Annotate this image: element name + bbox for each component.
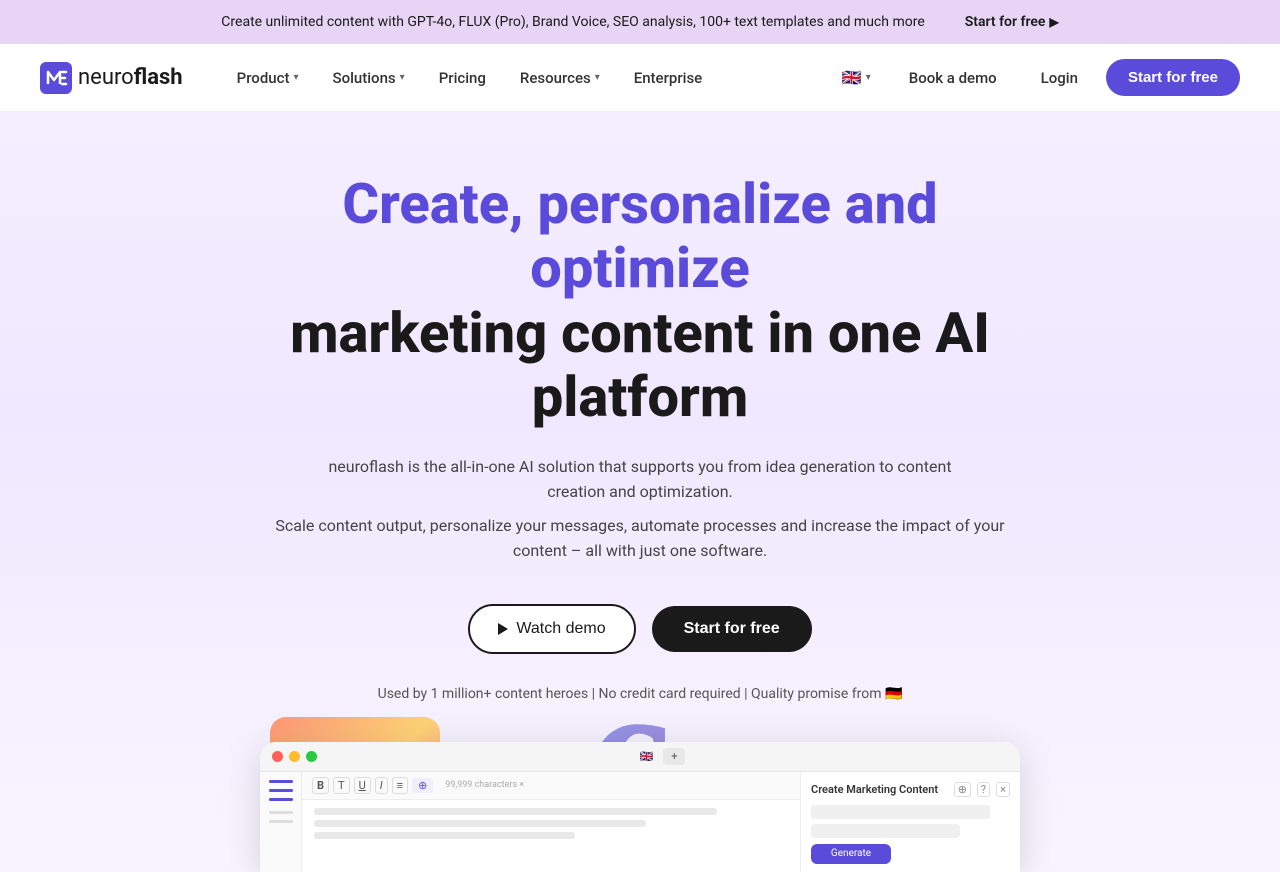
- logo-icon: [40, 62, 72, 94]
- lang-chevron-icon: ▾: [866, 72, 871, 83]
- panel-titlebar: Create Marketing Content ⊕ ? ×: [811, 782, 1010, 797]
- editor-body: [302, 800, 800, 872]
- sidebar-bar-1: [269, 780, 293, 783]
- panel-close-icon[interactable]: ×: [996, 782, 1010, 797]
- toolbar-underline[interactable]: U: [354, 777, 371, 794]
- text-line-2: [314, 820, 646, 827]
- panel-line-2: [811, 824, 960, 838]
- banner-cta[interactable]: Start for free ▶: [965, 14, 1059, 30]
- toolbar-italic[interactable]: I: [375, 777, 388, 794]
- sidebar-bar-5: [269, 820, 293, 823]
- sidebar-bar-2: [269, 789, 293, 792]
- hero-title: Create, personalize and optimize marketi…: [230, 172, 1050, 430]
- hero-section: Create, personalize and optimize marketi…: [0, 112, 1280, 872]
- panel-line-1: [811, 805, 990, 819]
- window-tabs: 🇬🇧 +: [317, 748, 1008, 765]
- panel-title: Create Marketing Content: [811, 783, 938, 796]
- panel-expand-icon[interactable]: ⊕: [954, 782, 971, 797]
- product-chevron-icon: ▾: [293, 72, 298, 83]
- logo-text: neuroflash: [78, 65, 183, 90]
- watch-demo-button[interactable]: Watch demo: [468, 604, 635, 654]
- panel-btn-label: Generate: [831, 848, 871, 859]
- navbar-start-free-button[interactable]: Start for free: [1106, 59, 1240, 96]
- nav-item-product[interactable]: Product ▾: [223, 61, 313, 95]
- top-banner: Create unlimited content with GPT-4o, FL…: [0, 0, 1280, 44]
- window-minimize-dot: [289, 751, 300, 762]
- hero-title-highlight: Create, personalize and optimize: [342, 171, 937, 301]
- sidebar-bar-3: [269, 798, 293, 801]
- nav-links: Product ▾ Solutions ▾ Pricing Resources …: [223, 61, 832, 95]
- nav-item-pricing[interactable]: Pricing: [425, 61, 500, 95]
- toolbar-insert[interactable]: ⊕: [412, 778, 433, 793]
- main-screenshot-window: 🇬🇧 + B T: [260, 742, 1020, 872]
- resources-chevron-icon: ▾: [595, 72, 600, 83]
- hero-start-free-button[interactable]: Start for free: [652, 606, 812, 652]
- panel-generate-btn[interactable]: Generate: [811, 844, 891, 864]
- window-close-dot: [272, 751, 283, 762]
- text-line-1: [314, 808, 717, 815]
- banner-cta-arrow: ▶: [1049, 15, 1058, 29]
- book-demo-button[interactable]: Book a demo: [893, 61, 1013, 95]
- hero-screenshot: 6 🇬🇧 +: [190, 742, 1090, 872]
- chars-count: 99,999 characters ×: [445, 780, 524, 790]
- panel-help-icon[interactable]: ?: [977, 782, 990, 797]
- nav-item-enterprise[interactable]: Enterprise: [620, 61, 716, 95]
- toolbar-list[interactable]: ≡: [392, 777, 408, 794]
- hero-title-dark: marketing content in one AI platform: [290, 300, 990, 430]
- play-icon: [498, 623, 508, 635]
- logo[interactable]: neuroflash: [40, 62, 183, 94]
- banner-cta-text: Start for free: [965, 14, 1046, 30]
- flag-tab: 🇬🇧: [640, 750, 654, 763]
- toolbar-bold[interactable]: B: [312, 777, 329, 794]
- text-line-3: [314, 832, 575, 839]
- hero-subtitle-2: Scale content output, personalize your m…: [260, 513, 1020, 564]
- window-controls: [272, 751, 317, 762]
- right-panel: Create Marketing Content ⊕ ? × Generate: [800, 772, 1020, 872]
- nav-right: 🇬🇧 ▾ Book a demo Login Start for free: [832, 59, 1240, 96]
- window-maximize-dot: [306, 751, 317, 762]
- solutions-chevron-icon: ▾: [400, 72, 405, 83]
- login-button[interactable]: Login: [1025, 61, 1094, 95]
- hero-subtitle-1: neuroflash is the all-in-one AI solution…: [300, 454, 980, 505]
- window-content: B T U I ≡ ⊕ 99,999 characters ×: [260, 772, 1020, 872]
- toolbar-text[interactable]: T: [333, 777, 350, 794]
- sidebar-bar-4: [269, 811, 293, 814]
- flag-icon: 🇬🇧: [842, 68, 862, 87]
- editor-toolbar: B T U I ≡ ⊕ 99,999 characters ×: [302, 772, 800, 800]
- nav-item-solutions[interactable]: Solutions ▾: [318, 61, 418, 95]
- watch-demo-label: Watch demo: [516, 620, 605, 638]
- nav-item-resources[interactable]: Resources ▾: [506, 61, 614, 95]
- navbar: neuroflash Product ▾ Solutions ▾ Pricing…: [0, 44, 1280, 112]
- editor-area: B T U I ≡ ⊕ 99,999 characters ×: [302, 772, 800, 872]
- window-titlebar: 🇬🇧 +: [260, 742, 1020, 772]
- language-selector[interactable]: 🇬🇧 ▾: [832, 62, 881, 93]
- panel-controls: ⊕ ? ×: [954, 782, 1010, 797]
- editor-sidebar: [260, 772, 302, 872]
- active-tab: +: [663, 748, 685, 765]
- hero-buttons: Watch demo Start for free: [468, 604, 811, 654]
- banner-text: Create unlimited content with GPT-4o, FL…: [221, 14, 924, 30]
